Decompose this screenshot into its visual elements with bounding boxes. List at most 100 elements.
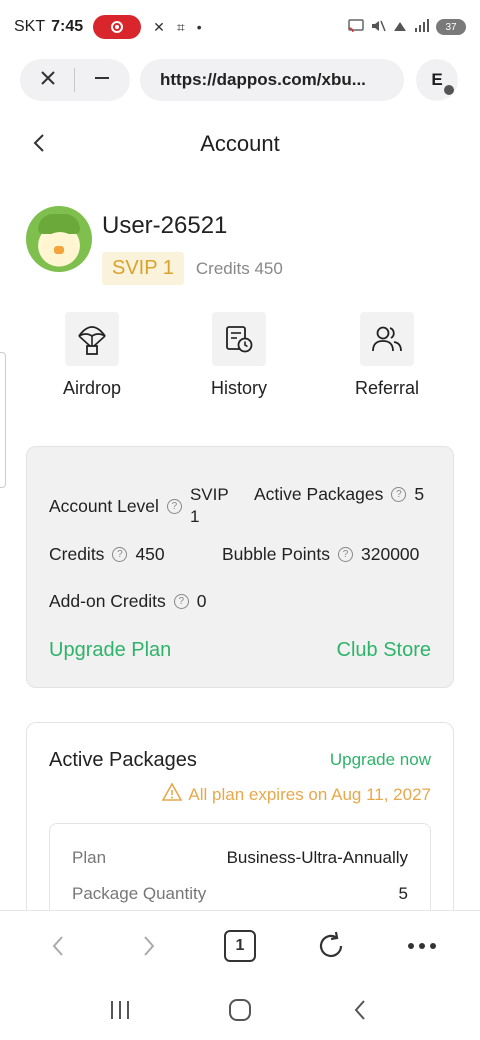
reload-button[interactable] xyxy=(301,921,361,971)
account-level-value-line1: SVIP xyxy=(189,485,229,504)
system-nav-bar xyxy=(0,980,480,1040)
back-button[interactable] xyxy=(28,921,88,971)
addon-credits-value: 0 xyxy=(196,591,207,611)
active-packages-label: Active Packages xyxy=(254,484,384,504)
expiry-text: All plan expires on Aug 11, 2027 xyxy=(188,784,431,804)
tabs-button[interactable]: 1 xyxy=(210,921,270,971)
hat-shape xyxy=(38,214,80,234)
addon-credits-label: Add-on Credits xyxy=(49,591,166,611)
addon-credits-row: Add-on Credits ? 0 xyxy=(49,591,206,612)
active-packages-value: 5 xyxy=(414,484,425,504)
back-icon[interactable] xyxy=(32,132,46,161)
referral-label: Referral xyxy=(354,378,420,398)
status-right: 37 xyxy=(348,18,466,36)
address-bar[interactable]: https://dappos.com/xbu... xyxy=(140,59,404,101)
referral-icon xyxy=(360,312,414,366)
username: User-26521 xyxy=(102,212,228,239)
package-quantity-value: 5 xyxy=(398,884,408,903)
battery-icon: 37 xyxy=(436,19,466,35)
upgrade-now-link[interactable]: Upgrade now xyxy=(330,750,431,770)
history-button[interactable]: History xyxy=(159,312,319,399)
browser-toolbar: https://dappos.com/xbu... E xyxy=(0,54,480,106)
package-quantity-label: Package Quantity xyxy=(72,884,207,903)
signal-icon xyxy=(414,18,430,36)
active-packages-row: Active Packages ? 5 xyxy=(254,484,424,505)
plan-value: Business-Ultra-Annually xyxy=(226,848,408,867)
shuffle-icon: ✕ xyxy=(153,18,165,35)
upgrade-plan-link[interactable]: Upgrade Plan xyxy=(49,639,171,662)
credits-row: Credits ? 450 xyxy=(49,544,165,565)
minimize-icon[interactable] xyxy=(93,67,111,93)
help-icon[interactable]: ? xyxy=(112,547,128,562)
chevron-right-icon xyxy=(144,935,155,956)
profile-info: User-26521 SVIP 1 Credits 450 xyxy=(102,206,283,285)
profile-letter: E xyxy=(431,70,443,89)
ethereum-icon xyxy=(444,85,454,95)
carrier-label: SKT xyxy=(14,18,46,35)
beak-shape xyxy=(54,246,64,254)
wallet-profile-button[interactable]: E xyxy=(416,59,458,101)
airdrop-button[interactable]: Airdrop xyxy=(12,312,172,399)
profile-section: User-26521 SVIP 1 Credits 450 xyxy=(26,206,283,285)
profile-tags: SVIP 1 Credits 450 xyxy=(102,252,283,285)
history-label: History xyxy=(210,378,267,398)
credits-value: 450 xyxy=(135,544,165,564)
history-icon xyxy=(212,312,266,366)
status-left: SKT 7:45 ✕ ⌗ • xyxy=(14,15,202,39)
help-icon[interactable]: ? xyxy=(391,487,407,502)
home-icon xyxy=(229,999,251,1021)
active-packages-title: Active Packages xyxy=(49,749,197,771)
account-level-value: SVIP 1 xyxy=(190,484,229,528)
airdrop-label: Airdrop xyxy=(62,378,122,398)
bubble-points-value: 320000 xyxy=(361,544,420,564)
tab-controls xyxy=(20,59,130,101)
help-icon[interactable]: ? xyxy=(173,594,189,609)
referral-button[interactable]: Referral xyxy=(307,312,467,399)
plan-details: Plan Business-Ultra-Annually Package Qua… xyxy=(49,823,431,910)
network-5g-icon xyxy=(392,19,408,36)
browser-bottom-nav: 1 xyxy=(0,910,480,980)
account-level-label: Account Level xyxy=(49,495,159,516)
club-store-link[interactable]: Club Store xyxy=(337,639,432,662)
recents-icon xyxy=(111,1001,129,1019)
reload-icon xyxy=(320,931,343,957)
tab-count: 1 xyxy=(223,929,256,962)
avatar xyxy=(26,206,92,272)
status-bar: SKT 7:45 ✕ ⌗ • 37 xyxy=(0,0,480,54)
cast-icon xyxy=(348,18,364,36)
clock: 7:45 xyxy=(51,18,84,35)
package-quantity-row: Package Quantity 5 xyxy=(72,884,408,904)
back-arrow-icon xyxy=(354,1000,365,1020)
screenshot-icon: ⌗ xyxy=(176,18,185,35)
screen-record-indicator[interactable] xyxy=(93,15,142,39)
page-header: Account xyxy=(0,106,480,182)
quick-actions: Airdrop History Referral xyxy=(0,312,480,399)
page-content: Account User-26521 SVIP 1 Credits 450 Ai… xyxy=(0,106,480,910)
mute-icon xyxy=(370,19,386,36)
forward-button[interactable] xyxy=(119,921,179,971)
bubble-points-row: Bubble Points ? 320000 xyxy=(222,544,419,565)
plan-label: Plan xyxy=(72,848,107,867)
svip-badge: SVIP 1 xyxy=(102,252,184,285)
plan-row: Plan Business-Ultra-Annually xyxy=(72,848,408,868)
recents-button[interactable] xyxy=(90,985,150,1035)
help-icon[interactable]: ? xyxy=(338,547,353,562)
account-stats-card: Account Level ? SVIP 1 Active Packages ?… xyxy=(26,446,454,688)
close-tab-icon[interactable] xyxy=(39,67,57,93)
dot-icon: • xyxy=(196,19,202,35)
system-back-button[interactable] xyxy=(330,985,390,1035)
credits-summary: Credits 450 xyxy=(195,258,283,278)
help-icon[interactable]: ? xyxy=(166,498,182,514)
bubble-points-label: Bubble Points xyxy=(222,544,330,564)
active-packages-card: Active Packages Upgrade now All plan exp… xyxy=(26,722,454,910)
more-icon xyxy=(408,942,437,949)
divider xyxy=(74,68,76,92)
expiry-notice: All plan expires on Aug 11, 2027 xyxy=(162,782,431,806)
record-icon xyxy=(111,21,124,33)
home-button[interactable] xyxy=(210,985,270,1035)
warning-icon xyxy=(162,782,183,806)
more-menu-button[interactable] xyxy=(392,921,452,971)
chevron-left-icon xyxy=(52,935,63,956)
airdrop-icon xyxy=(65,312,119,366)
credits-label: Credits xyxy=(49,544,105,564)
